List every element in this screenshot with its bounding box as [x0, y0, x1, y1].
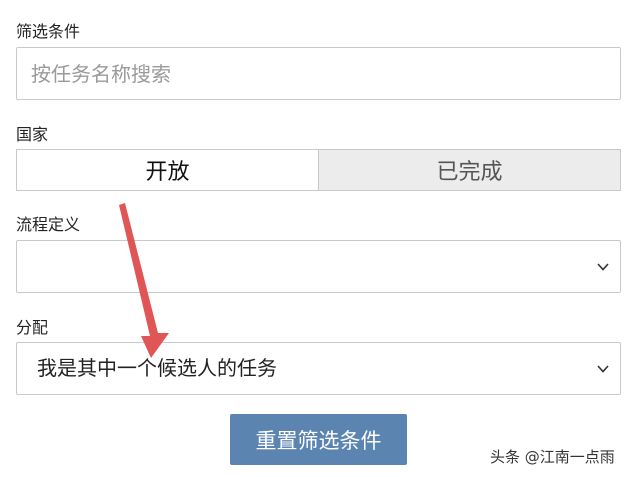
chevron-down-icon: [597, 365, 609, 373]
assignment-value: 我是其中一个候选人的任务: [37, 356, 277, 380]
toggle-completed[interactable]: 已完成: [318, 150, 620, 190]
country-label: 国家: [16, 125, 49, 144]
filter-label: 筛选条件: [16, 22, 81, 41]
process-definition-label: 流程定义: [16, 215, 81, 234]
chevron-down-icon: [597, 263, 609, 271]
process-definition-select[interactable]: [16, 240, 621, 293]
toggle-open[interactable]: 开放: [17, 150, 318, 190]
reset-filters-button[interactable]: 重置筛选条件: [230, 414, 407, 465]
assignment-select[interactable]: 我是其中一个候选人的任务: [16, 342, 621, 395]
assignment-label: 分配: [16, 318, 49, 337]
status-toggle: 开放 已完成: [16, 149, 621, 191]
watermark: 头条 @江南一点雨: [490, 448, 615, 466]
search-input[interactable]: [16, 47, 621, 100]
